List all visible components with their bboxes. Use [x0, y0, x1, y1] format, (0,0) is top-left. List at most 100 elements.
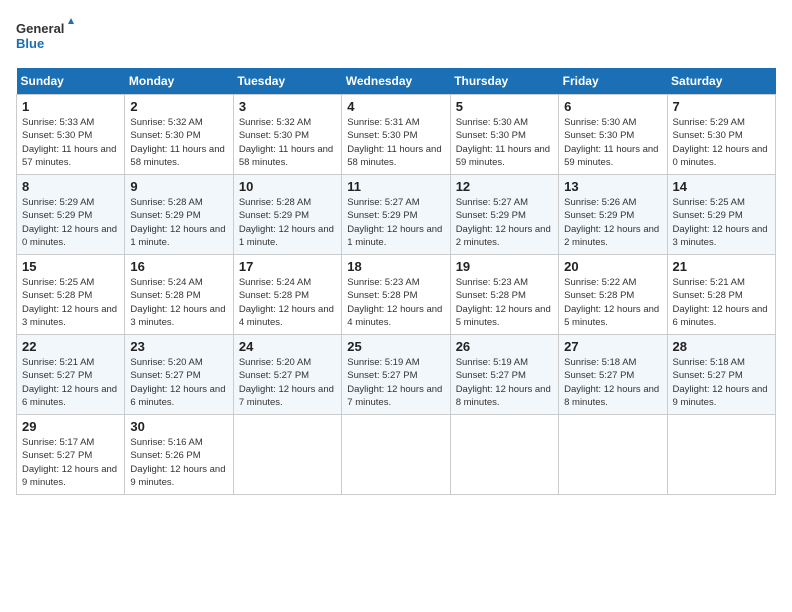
day-info: Sunrise: 5:21 AMSunset: 5:28 PMDaylight:…	[673, 276, 770, 329]
day-number: 27	[564, 339, 661, 354]
calendar-cell: 2 Sunrise: 5:32 AMSunset: 5:30 PMDaylight…	[125, 95, 233, 175]
day-info: Sunrise: 5:32 AMSunset: 5:30 PMDaylight:…	[239, 116, 336, 169]
day-number: 13	[564, 179, 661, 194]
calendar-cell: 24 Sunrise: 5:20 AMSunset: 5:27 PMDayligh…	[233, 335, 341, 415]
logo-svg: General Blue	[16, 16, 76, 56]
calendar-cell: 16 Sunrise: 5:24 AMSunset: 5:28 PMDayligh…	[125, 255, 233, 335]
calendar-cell: 14 Sunrise: 5:25 AMSunset: 5:29 PMDayligh…	[667, 175, 775, 255]
day-info: Sunrise: 5:20 AMSunset: 5:27 PMDaylight:…	[130, 356, 227, 409]
day-number: 28	[673, 339, 770, 354]
day-info: Sunrise: 5:28 AMSunset: 5:29 PMDaylight:…	[239, 196, 336, 249]
day-number: 17	[239, 259, 336, 274]
day-info: Sunrise: 5:29 AMSunset: 5:30 PMDaylight:…	[673, 116, 770, 169]
calendar-cell: 18 Sunrise: 5:23 AMSunset: 5:28 PMDayligh…	[342, 255, 450, 335]
calendar-cell: 28Sunrise: 5:18 AMSunset: 5:27 PMDayligh…	[667, 335, 775, 415]
day-number: 4	[347, 99, 444, 114]
day-number: 9	[130, 179, 227, 194]
day-info: Sunrise: 5:27 AMSunset: 5:29 PMDaylight:…	[456, 196, 553, 249]
calendar-cell: 22 Sunrise: 5:21 AMSunset: 5:27 PMDayligh…	[17, 335, 125, 415]
day-number: 12	[456, 179, 553, 194]
day-info: Sunrise: 5:32 AMSunset: 5:30 PMDaylight:…	[130, 116, 227, 169]
svg-text:General: General	[16, 21, 64, 36]
calendar-cell: 25 Sunrise: 5:19 AMSunset: 5:27 PMDayligh…	[342, 335, 450, 415]
calendar-cell: 3 Sunrise: 5:32 AMSunset: 5:30 PMDaylight…	[233, 95, 341, 175]
calendar-cell: 7Sunrise: 5:29 AMSunset: 5:30 PMDaylight…	[667, 95, 775, 175]
day-info: Sunrise: 5:22 AMSunset: 5:28 PMDaylight:…	[564, 276, 661, 329]
calendar-cell: 19 Sunrise: 5:23 AMSunset: 5:28 PMDayligh…	[450, 255, 558, 335]
weekday-header-tuesday: Tuesday	[233, 68, 341, 95]
day-info: Sunrise: 5:29 AMSunset: 5:29 PMDaylight:…	[22, 196, 119, 249]
weekday-header-row: SundayMondayTuesdayWednesdayThursdayFrid…	[17, 68, 776, 95]
day-info: Sunrise: 5:24 AMSunset: 5:28 PMDaylight:…	[130, 276, 227, 329]
day-info: Sunrise: 5:21 AMSunset: 5:27 PMDaylight:…	[22, 356, 119, 409]
day-number: 1	[22, 99, 119, 114]
day-number: 25	[347, 339, 444, 354]
calendar-cell	[667, 415, 775, 495]
day-number: 5	[456, 99, 553, 114]
day-info: Sunrise: 5:20 AMSunset: 5:27 PMDaylight:…	[239, 356, 336, 409]
calendar-week-row: 8 Sunrise: 5:29 AMSunset: 5:29 PMDaylight…	[17, 175, 776, 255]
svg-text:Blue: Blue	[16, 36, 44, 51]
day-info: Sunrise: 5:17 AMSunset: 5:27 PMDaylight:…	[22, 436, 119, 489]
day-number: 26	[456, 339, 553, 354]
day-number: 6	[564, 99, 661, 114]
calendar-cell: 11 Sunrise: 5:27 AMSunset: 5:29 PMDayligh…	[342, 175, 450, 255]
day-number: 29	[22, 419, 119, 434]
calendar-week-row: 22 Sunrise: 5:21 AMSunset: 5:27 PMDayligh…	[17, 335, 776, 415]
calendar-week-row: 1Sunrise: 5:33 AMSunset: 5:30 PMDaylight…	[17, 95, 776, 175]
weekday-header-wednesday: Wednesday	[342, 68, 450, 95]
day-number: 21	[673, 259, 770, 274]
calendar-cell: 13 Sunrise: 5:26 AMSunset: 5:29 PMDayligh…	[559, 175, 667, 255]
day-info: Sunrise: 5:25 AMSunset: 5:28 PMDaylight:…	[22, 276, 119, 329]
day-info: Sunrise: 5:16 AMSunset: 5:26 PMDaylight:…	[130, 436, 227, 489]
calendar-cell: 1Sunrise: 5:33 AMSunset: 5:30 PMDaylight…	[17, 95, 125, 175]
calendar-cell: 4 Sunrise: 5:31 AMSunset: 5:30 PMDaylight…	[342, 95, 450, 175]
calendar-cell: 6Sunrise: 5:30 AMSunset: 5:30 PMDaylight…	[559, 95, 667, 175]
day-number: 23	[130, 339, 227, 354]
day-number: 2	[130, 99, 227, 114]
day-number: 10	[239, 179, 336, 194]
day-number: 15	[22, 259, 119, 274]
calendar-cell: 9 Sunrise: 5:28 AMSunset: 5:29 PMDaylight…	[125, 175, 233, 255]
calendar-cell	[233, 415, 341, 495]
calendar-cell: 15 Sunrise: 5:25 AMSunset: 5:28 PMDayligh…	[17, 255, 125, 335]
day-info: Sunrise: 5:23 AMSunset: 5:28 PMDaylight:…	[347, 276, 444, 329]
calendar-cell: 8 Sunrise: 5:29 AMSunset: 5:29 PMDaylight…	[17, 175, 125, 255]
calendar-cell: 10 Sunrise: 5:28 AMSunset: 5:29 PMDayligh…	[233, 175, 341, 255]
calendar-cell: 21 Sunrise: 5:21 AMSunset: 5:28 PMDayligh…	[667, 255, 775, 335]
day-info: Sunrise: 5:30 AMSunset: 5:30 PMDaylight:…	[456, 116, 553, 169]
page-header: General Blue	[16, 16, 776, 56]
weekday-header-thursday: Thursday	[450, 68, 558, 95]
calendar-cell: 23 Sunrise: 5:20 AMSunset: 5:27 PMDayligh…	[125, 335, 233, 415]
day-info: Sunrise: 5:24 AMSunset: 5:28 PMDaylight:…	[239, 276, 336, 329]
logo: General Blue	[16, 16, 76, 56]
day-number: 19	[456, 259, 553, 274]
day-info: Sunrise: 5:25 AMSunset: 5:29 PMDaylight:…	[673, 196, 770, 249]
calendar-cell: 26Sunrise: 5:19 AMSunset: 5:27 PMDayligh…	[450, 335, 558, 415]
day-info: Sunrise: 5:26 AMSunset: 5:29 PMDaylight:…	[564, 196, 661, 249]
calendar-cell	[559, 415, 667, 495]
day-info: Sunrise: 5:28 AMSunset: 5:29 PMDaylight:…	[130, 196, 227, 249]
day-number: 24	[239, 339, 336, 354]
calendar-table: SundayMondayTuesdayWednesdayThursdayFrid…	[16, 68, 776, 495]
day-number: 22	[22, 339, 119, 354]
day-info: Sunrise: 5:31 AMSunset: 5:30 PMDaylight:…	[347, 116, 444, 169]
calendar-cell: 27Sunrise: 5:18 AMSunset: 5:27 PMDayligh…	[559, 335, 667, 415]
day-number: 11	[347, 179, 444, 194]
calendar-cell: 5 Sunrise: 5:30 AMSunset: 5:30 PMDaylight…	[450, 95, 558, 175]
day-info: Sunrise: 5:23 AMSunset: 5:28 PMDaylight:…	[456, 276, 553, 329]
weekday-header-sunday: Sunday	[17, 68, 125, 95]
weekday-header-monday: Monday	[125, 68, 233, 95]
calendar-cell: 30Sunrise: 5:16 AMSunset: 5:26 PMDayligh…	[125, 415, 233, 495]
calendar-cell	[450, 415, 558, 495]
day-number: 8	[22, 179, 119, 194]
day-info: Sunrise: 5:27 AMSunset: 5:29 PMDaylight:…	[347, 196, 444, 249]
calendar-week-row: 29 Sunrise: 5:17 AMSunset: 5:27 PMDayligh…	[17, 415, 776, 495]
day-number: 18	[347, 259, 444, 274]
calendar-cell: 12 Sunrise: 5:27 AMSunset: 5:29 PMDayligh…	[450, 175, 558, 255]
calendar-cell: 29 Sunrise: 5:17 AMSunset: 5:27 PMDayligh…	[17, 415, 125, 495]
day-number: 14	[673, 179, 770, 194]
day-info: Sunrise: 5:19 AMSunset: 5:27 PMDaylight:…	[347, 356, 444, 409]
day-number: 16	[130, 259, 227, 274]
day-number: 3	[239, 99, 336, 114]
